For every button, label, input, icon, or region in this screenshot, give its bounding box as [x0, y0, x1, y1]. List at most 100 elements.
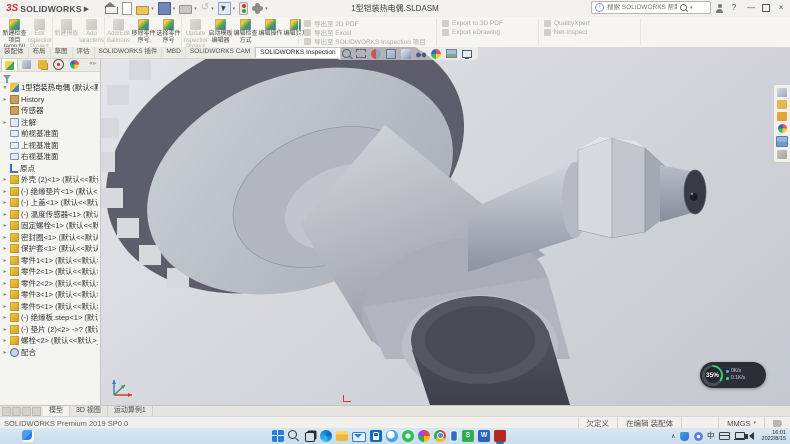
tree-item[interactable]: 右视基准面	[0, 151, 98, 163]
location-tray-icon[interactable]	[694, 432, 703, 441]
view-tool-icon[interactable]	[462, 50, 472, 58]
tree-item[interactable]: 上视基准面	[0, 140, 98, 152]
ribbon-button[interactable]: Update Inspection Project	[183, 17, 208, 47]
close-button[interactable]: ×	[775, 3, 787, 12]
tree-item[interactable]: ▸ 注解	[0, 117, 98, 129]
expand-arrow-icon[interactable]: ▸	[2, 96, 8, 103]
expand-arrow-icon[interactable]: ▸	[2, 349, 8, 356]
minimize-button[interactable]: —	[745, 3, 757, 12]
view-tool-icon[interactable]	[416, 49, 426, 59]
rebuild-icon[interactable]	[239, 2, 248, 15]
expand-arrow-icon[interactable]: ▸	[2, 176, 8, 183]
hidden-icons-chevron-icon[interactable]: ∧	[671, 433, 675, 440]
tab-scroll-prev-icon[interactable]	[12, 407, 21, 416]
taskbar-clock[interactable]: 16:01 2022/8/15	[762, 430, 786, 443]
ribbon-button[interactable]: Add/Edit Balloons	[106, 17, 131, 47]
open-caret-icon[interactable]: ▾	[151, 6, 154, 12]
save-caret-icon[interactable]: ▾	[173, 6, 176, 12]
tree-item[interactable]: ▸ 密封圈<1> (默认<<默认>_显示状	[0, 232, 98, 244]
display-tray-icon[interactable]	[735, 432, 745, 440]
expand-arrow-icon[interactable]: ▸	[2, 268, 8, 275]
help-search-box[interactable]: i ▾	[591, 1, 711, 14]
filter-funnel-icon[interactable]	[3, 75, 11, 80]
export-menu-item[interactable]: QualityXpert	[544, 19, 590, 27]
search-input[interactable]	[607, 4, 677, 11]
taskbar-app-icon[interactable]	[336, 431, 348, 441]
search-scope-icon[interactable]: i	[595, 3, 604, 12]
tree-item[interactable]: ▸ (-) 绝缘板.step<1> (默认<<默认>	[0, 312, 98, 324]
expand-arrow-icon[interactable]: ▸	[2, 222, 8, 229]
menu-expand-arrow-icon[interactable]: ▶	[84, 5, 89, 13]
print-icon[interactable]	[179, 5, 192, 14]
expand-arrow-icon[interactable]: ▸	[2, 280, 8, 287]
tree-item[interactable]: ▸ 配合	[0, 347, 98, 359]
panel-tab[interactable]	[1, 58, 18, 71]
restore-button[interactable]	[762, 4, 770, 12]
user-account-icon[interactable]	[716, 9, 723, 13]
select-caret-icon[interactable]: ▾	[233, 6, 236, 12]
expand-arrow-icon[interactable]: ▸	[2, 234, 8, 241]
export-menu-item[interactable]: 导出至 2D PDF	[304, 19, 426, 27]
tab-scroll-next-icon[interactable]	[22, 407, 31, 416]
undo-icon[interactable]: ↺	[201, 3, 209, 14]
widgets-icon[interactable]	[22, 430, 34, 442]
export-menu-item[interactable]: Export to 3D PDF	[442, 19, 503, 27]
tree-item[interactable]: 传感器	[0, 105, 98, 117]
volume-icon[interactable]	[749, 432, 754, 440]
expand-arrow-icon[interactable]: ▾	[2, 84, 8, 91]
taskbar-app-icon[interactable]: S	[462, 430, 474, 442]
options-caret-icon[interactable]: ▾	[265, 6, 268, 12]
view-tool-icon[interactable]	[342, 49, 351, 58]
ime-language-indicator[interactable]: 中	[707, 428, 715, 444]
expand-arrow-icon[interactable]: ▸	[2, 199, 8, 206]
task-pane-tab-icon[interactable]	[777, 88, 787, 97]
expand-arrow-icon[interactable]: ▸	[2, 257, 8, 264]
open-icon[interactable]	[136, 6, 149, 15]
export-menu-item[interactable]: 导出至 SOLIDWORKS Inspection 项目	[304, 37, 426, 45]
expand-arrow-icon[interactable]: ▸	[2, 291, 8, 298]
tree-item[interactable]: ▸ 保护套<1> (默认<<默认>_显示状	[0, 243, 98, 255]
tree-item[interactable]: ▸ 零件1<1> (默认<<默认>_显示状态	[0, 255, 98, 267]
panel-tab[interactable]	[19, 59, 34, 71]
tree-item[interactable]: ▸ 固定螺栓<1> (默认<<默认>_显示状	[0, 220, 98, 232]
taskbar-app-icon[interactable]	[272, 430, 284, 442]
taskbar-app-icon[interactable]	[320, 430, 332, 442]
panel-tab[interactable]	[67, 59, 82, 71]
panel-tabs-overflow-icon[interactable]: «»	[89, 61, 98, 67]
task-pane-tab-icon[interactable]	[777, 150, 787, 159]
ribbon-button[interactable]: 新建模板	[54, 17, 79, 47]
view-tool-icon[interactable]	[356, 49, 366, 58]
ribbon-button[interactable]: 移除零件序号	[131, 17, 156, 47]
task-pane-tab-icon[interactable]	[778, 124, 787, 133]
taskbar-app-icon[interactable]	[352, 432, 366, 442]
taskbar-app-icon[interactable]	[402, 430, 414, 442]
tree-item[interactable]: ▸ 零件3<1> (默认<<默认>_显示状态	[0, 289, 98, 301]
tab-scroll-first-icon[interactable]	[2, 407, 11, 416]
ribbon-button[interactable]: 新建检查项目(amp;N)	[2, 17, 27, 47]
ime-keyboard-icon[interactable]	[719, 432, 730, 440]
home-icon[interactable]	[105, 7, 118, 14]
tree-item[interactable]: ▸ History	[0, 94, 98, 106]
taskbar-app-icon[interactable]	[434, 430, 446, 442]
command-tab[interactable]: SOLIDWORKS 插件	[95, 47, 163, 58]
tree-item[interactable]: ▸ (-) 温度传感器<1> (默认<<默认>_	[0, 209, 98, 221]
options-gear-icon[interactable]	[254, 5, 261, 12]
taskbar-app-icon[interactable]	[418, 430, 430, 442]
graphics-viewport[interactable]: 35% 0K/s 0.1K/s	[100, 47, 790, 405]
taskbar-app-icon[interactable]	[370, 430, 382, 442]
view-tool-icon[interactable]	[386, 49, 396, 59]
taskbar-app-icon[interactable]	[494, 430, 506, 442]
expand-arrow-icon[interactable]: ▸	[2, 188, 8, 195]
expand-arrow-icon[interactable]: ▸	[2, 326, 8, 333]
task-pane-tab-icon[interactable]	[777, 100, 787, 109]
security-shield-icon[interactable]	[680, 432, 689, 441]
view-tool-icon[interactable]	[431, 49, 441, 59]
new-document-icon[interactable]	[122, 2, 132, 15]
tree-item[interactable]: ▸ 零件2<1> (默认<<默认>_显示状态	[0, 266, 98, 278]
command-tab[interactable]: SOLIDWORKS Inspection	[255, 47, 341, 58]
panel-tab[interactable]	[35, 59, 50, 71]
tree-root-item[interactable]: ▾ 1型铠装热电偶 (默认<默认>_显示状态-1	[0, 82, 98, 94]
tree-item[interactable]: ▸ (-) 上盖<1> (默认<<默认>_显示状	[0, 197, 98, 209]
undo-caret-icon[interactable]: ▾	[211, 6, 214, 12]
tree-item[interactable]: ▸ (-) 垫片 (2)<2> ->? (默认<<默认>	[0, 324, 98, 336]
